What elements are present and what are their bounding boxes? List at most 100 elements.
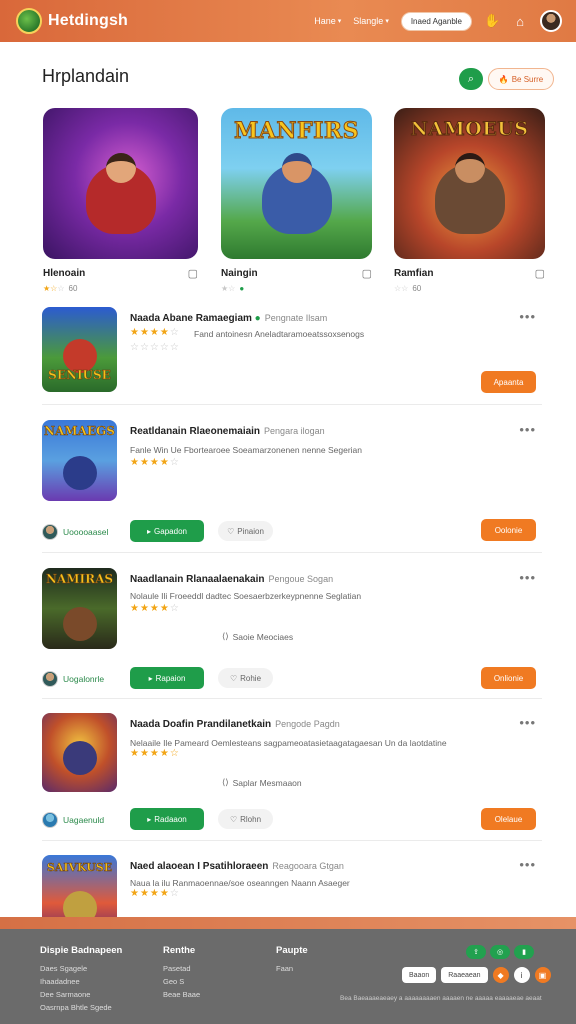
search-button[interactable]: ⌕: [459, 68, 483, 90]
featured-art[interactable]: [43, 108, 198, 259]
footer-link[interactable]: Daes Sgagele: [40, 964, 122, 973]
like-button[interactable]: ♡ Pinaion: [218, 521, 273, 541]
more-options-icon[interactable]: •••: [519, 309, 536, 324]
message-icon[interactable]: ▮: [514, 945, 534, 959]
bookmark-icon[interactable]: ▢: [188, 267, 198, 280]
verified-icon: ●: [251, 313, 261, 324]
row-action-button[interactable]: Apaanta: [481, 371, 536, 393]
footer-column: Renthe Pasetad Geo S Beae Baae: [163, 945, 200, 1003]
row-description: Fand antoinesn Aneladtaramoeatssoxsenogs: [194, 329, 365, 339]
more-options-icon[interactable]: •••: [519, 715, 536, 730]
chevron-down-icon: ▾: [337, 18, 342, 25]
game-thumbnail[interactable]: NAMAEGS: [42, 420, 117, 501]
like-label: Pinaion: [237, 526, 264, 536]
more-options-icon[interactable]: •••: [519, 857, 536, 872]
fire-icon: 🔥: [498, 74, 509, 84]
chevron-down-icon: ▾: [385, 18, 389, 25]
nav-item-secondary[interactable]: Slangle ▾: [353, 16, 389, 26]
author-chip[interactable]: Uagaenuld: [42, 812, 104, 828]
row-subtitle: Pengnate Ilsam: [264, 313, 328, 323]
verified-icon: ●: [239, 284, 245, 293]
install-button[interactable]: ▸ Gapadon: [130, 520, 204, 542]
list-item[interactable]: Naada Doafin Prandilanetkain Pengode Pagd…: [42, 713, 542, 835]
comment-icon: ⟨⟩: [222, 777, 229, 787]
more-options-icon[interactable]: •••: [519, 570, 536, 585]
featured-card[interactable]: MANFIRS Naingin ▢ ★☆ ●: [221, 108, 372, 293]
row-title[interactable]: Naadlanain Rlanaalaenakain Pengoue Sogan: [130, 574, 333, 585]
footer-link[interactable]: Pasetad: [163, 964, 200, 973]
row-title[interactable]: Naed alaoean I Psatihloraeen Reagooara Gt…: [130, 861, 344, 872]
app-store-icon[interactable]: ◆: [492, 967, 509, 983]
list-item[interactable]: NAMAEGS Reatldanain Rlaeonemaiain Pengara…: [42, 420, 542, 544]
game-thumbnail[interactable]: NAMIRAS: [42, 568, 117, 649]
brand-logo-icon[interactable]: [16, 8, 42, 34]
footer-link[interactable]: Oasrnpa Bhtle Sgede: [40, 1003, 122, 1012]
featured-title[interactable]: Hlenoain: [43, 268, 85, 279]
row-subtitle: Pengara ilogan: [264, 426, 325, 436]
rating-value: 60: [68, 284, 78, 293]
bookmark-icon[interactable]: ▢: [362, 267, 372, 280]
nav-label: Slangle: [353, 16, 384, 26]
more-options-icon[interactable]: •••: [519, 422, 536, 437]
info-note-text: Saoie Meociaes: [232, 631, 294, 642]
footer-heading: Dispie Badnapeen: [40, 945, 123, 956]
rating-stars: ★☆: [221, 284, 236, 293]
list-item[interactable]: NAMIRAS Naadlanain Rlanaalaenakain Pengou…: [42, 568, 542, 692]
site-footer: Dispie Badnapeen Daes Sgagele Ihaadadnee…: [0, 929, 576, 1024]
footer-link[interactable]: Ihaadadnee: [40, 977, 122, 986]
like-button[interactable]: ♡ Rlohn: [218, 809, 273, 829]
game-thumbnail[interactable]: SENIUSE: [42, 307, 117, 392]
rating-stars: ★☆☆: [43, 284, 65, 293]
lock-icon[interactable]: ▣: [534, 967, 551, 983]
featured-title[interactable]: Ramfian: [394, 268, 433, 279]
list-item[interactable]: SENIUSE Naada Abane Ramaegiam ● Pengnate …: [42, 307, 542, 399]
nav-item-home[interactable]: Hane ▾: [314, 16, 341, 26]
character-head: [105, 153, 136, 184]
user-avatar[interactable]: [540, 10, 562, 32]
footer-link[interactable]: Dee Sarmaone: [40, 990, 122, 999]
featured-card[interactable]: Hlenoain ▢ ★☆☆ 60: [43, 108, 198, 293]
row-description: Nolaule Ili Froeeddl dadtec Soesaerbzerk…: [130, 591, 362, 601]
install-button[interactable]: ▸ Radaaon: [130, 808, 204, 830]
info-icon[interactable]: i: [513, 967, 530, 983]
like-label: Rlohn: [240, 814, 262, 824]
game-thumbnail[interactable]: [42, 713, 117, 792]
game-thumbnail[interactable]: SAIVKUSE: [42, 855, 117, 917]
footer-button[interactable]: Baaon: [402, 967, 437, 983]
row-title[interactable]: Reatldanain Rlaeonemaiain Pengara ilogan: [130, 426, 325, 437]
chat-icon[interactable]: ◎: [490, 945, 510, 959]
install-button[interactable]: ▸ Rapaion: [130, 667, 204, 689]
like-button[interactable]: ♡ Rohie: [218, 668, 273, 688]
author-chip[interactable]: Uogalonrle: [42, 671, 104, 687]
featured-rating: ☆☆ 60: [394, 284, 545, 293]
footer-link[interactable]: Geo S: [163, 977, 200, 986]
share-icon[interactable]: ⇪: [466, 945, 486, 959]
author-chip[interactable]: Uooooaasel: [42, 524, 108, 540]
featured-title[interactable]: Naingin: [221, 268, 258, 279]
character-figure: [62, 891, 97, 917]
row-title[interactable]: Naada Doafin Prandilanetkain Pengode Pagd…: [130, 719, 340, 730]
featured-art[interactable]: NAMOEUS: [394, 108, 545, 259]
brand-name[interactable]: Hetdingsh: [48, 12, 128, 30]
footer-link[interactable]: Beae Baae: [163, 990, 200, 999]
lock-icon[interactable]: ⌂: [512, 14, 528, 29]
heart-icon: ♡: [229, 814, 238, 824]
list-item[interactable]: SAIVKUSE Naed alaoean I Psatihloraeen Rea…: [42, 855, 542, 917]
featured-card[interactable]: NAMOEUS Ramfian ▢ ☆☆ 60: [394, 108, 545, 293]
row-action-button[interactable]: Onlionie: [481, 667, 536, 689]
featured-art[interactable]: MANFIRS: [221, 108, 372, 259]
install-label: Radaaon: [154, 814, 187, 824]
row-action-button[interactable]: Olelaue: [481, 808, 536, 830]
footer-button[interactable]: Raaeaean: [441, 967, 488, 983]
footer-link[interactable]: Faan: [276, 964, 308, 973]
hand-icon[interactable]: ✋: [484, 13, 500, 29]
row-title[interactable]: Naada Abane Ramaegiam ● Pengnate Ilsam: [130, 313, 327, 324]
row-action-button[interactable]: Oolonie: [481, 519, 536, 541]
bookmark-icon[interactable]: ▢: [535, 267, 545, 280]
footer-heading: Paupte: [276, 945, 308, 956]
header-action-button[interactable]: Inaed Aganble: [400, 11, 472, 31]
character-figure: [62, 740, 97, 775]
row-subtitle: Pengode Pagdn: [275, 719, 340, 729]
character-head: [281, 153, 312, 184]
sort-button[interactable]: 🔥 Be Surre: [488, 68, 554, 90]
